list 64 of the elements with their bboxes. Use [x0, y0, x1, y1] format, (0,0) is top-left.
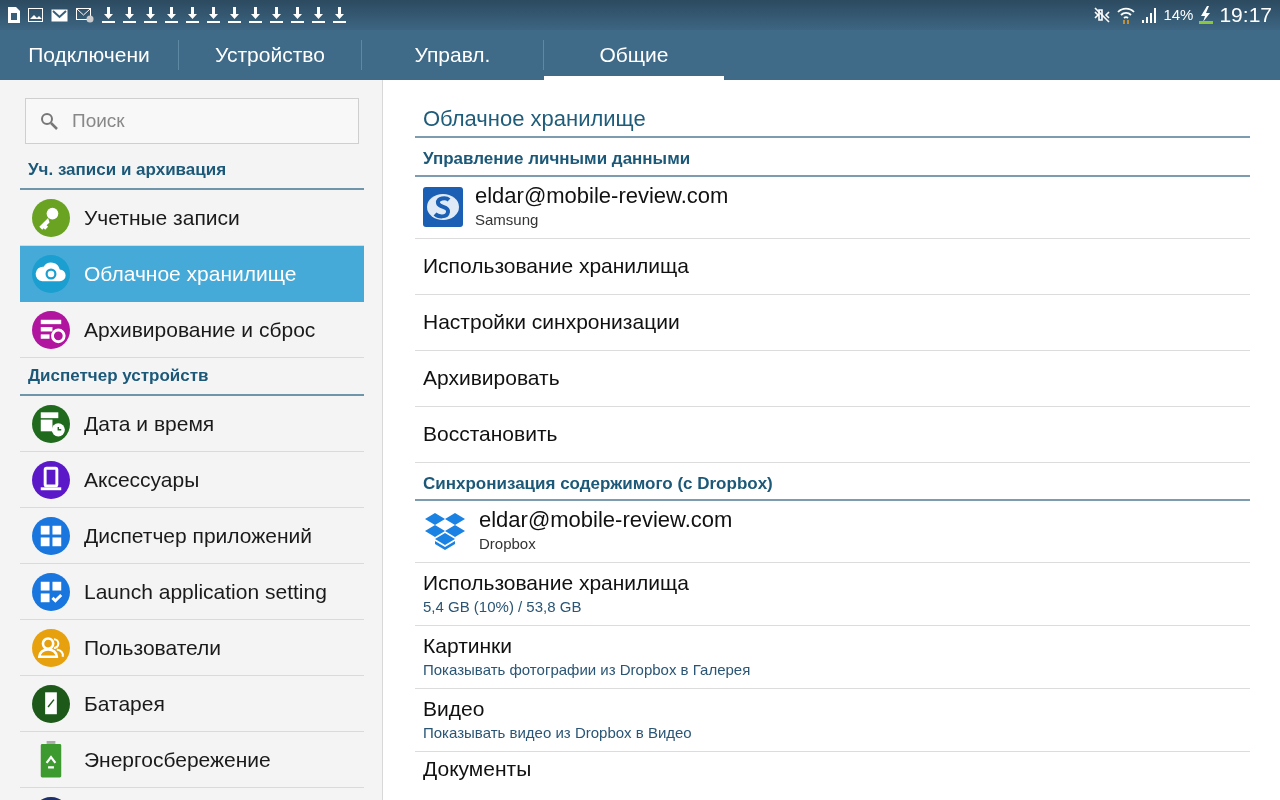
download-icon [207, 7, 220, 23]
row-title: Использование хранилища [423, 569, 691, 596]
sidebar-item[interactable]: Диспетчер приложений [20, 508, 364, 564]
download-icon [144, 7, 157, 23]
sidebar-item[interactable]: Пользователи [20, 620, 364, 676]
battery-percent: 14% [1163, 4, 1194, 25]
sidebar-item[interactable]: Батарея [20, 676, 364, 732]
wifi-icon [1117, 6, 1136, 24]
settings-row[interactable]: eldar@mobile-review.com Samsung [415, 176, 1250, 239]
account-email: eldar@mobile-review.com [479, 507, 733, 534]
mute-icon [1093, 7, 1112, 23]
row-title: Картинки [423, 632, 513, 659]
download-icon [165, 7, 178, 23]
search-icon [40, 112, 58, 130]
sidebar-item[interactable]: Аксессуары [20, 452, 364, 508]
settings-row[interactable]: Архивировать [415, 350, 1250, 407]
settings-row[interactable]: Использование хранилища 5,4 GB (10%) / 53,8 GB [415, 563, 1250, 626]
row-subtitle: Показывать видео из Dropbox в Видео [423, 722, 693, 743]
page-title: Облачное хранилище [423, 106, 646, 131]
download-icon [228, 7, 241, 23]
sim-card-icon [8, 7, 20, 23]
sidebar-item[interactable]: Дата и время [20, 396, 364, 452]
settings-row[interactable]: Восстановить [415, 406, 1250, 463]
sidebar-item[interactable]: Энергосбережение [20, 732, 364, 788]
row-title: Документы [423, 756, 533, 782]
sidebar-item[interactable]: Архивирование и сброс [20, 302, 364, 358]
settings-row[interactable]: Документы [415, 752, 1250, 782]
settings-row[interactable]: eldar@mobile-review.com Dropbox [415, 501, 1250, 563]
settings-row[interactable]: Настройки синхронизации [415, 294, 1250, 351]
row-subtitle: 5,4 GB (10%) / 53,8 GB [423, 596, 583, 617]
clock: 19:17 [1219, 2, 1272, 29]
tab[interactable]: Общие [544, 30, 724, 80]
sidebar-item[interactable]: Launch application setting [20, 564, 364, 620]
row-subtitle: Показывать фотографии из Dropbox в Галерея [423, 659, 752, 680]
search-field[interactable]: Поиск [25, 98, 359, 144]
download-icon [333, 7, 346, 23]
signal-icon [1141, 7, 1158, 23]
download-icon [102, 7, 115, 23]
tab[interactable]: Управл. [362, 30, 543, 80]
section-header: Диспетчер устройств [28, 364, 209, 387]
account-provider: Samsung [475, 209, 540, 230]
download-icon [312, 7, 325, 23]
download-icon [270, 7, 283, 23]
section-header: Синхронизация содержимого (с Dropbox) [423, 473, 773, 493]
settings-row[interactable]: Использование хранилища [415, 238, 1250, 295]
dropbox-logo-icon [423, 511, 467, 552]
battery-charging-icon [1199, 6, 1214, 24]
row-title: Видео [423, 695, 486, 722]
mail-gear-icon [76, 7, 94, 23]
image-icon [28, 8, 43, 22]
tab[interactable]: Устройство [179, 30, 361, 80]
s-logo-icon [423, 187, 463, 227]
download-icon [123, 7, 136, 23]
section-header: Управление личными данными [423, 149, 691, 168]
tab[interactable]: Подключени [0, 30, 178, 80]
download-icon [291, 7, 304, 23]
section-header: Уч. записи и архивация [28, 158, 227, 181]
account-provider: Dropbox [479, 534, 537, 555]
download-icon [249, 7, 262, 23]
account-email: eldar@mobile-review.com [475, 182, 729, 209]
settings-row[interactable]: Картинки Показывать фотографии из Dropbox в Галерея [415, 626, 1250, 689]
settings-row[interactable]: Видео Показывать видео из Dropbox в Видео [415, 689, 1250, 752]
download-icon [186, 7, 199, 23]
mail-icon [51, 8, 68, 22]
